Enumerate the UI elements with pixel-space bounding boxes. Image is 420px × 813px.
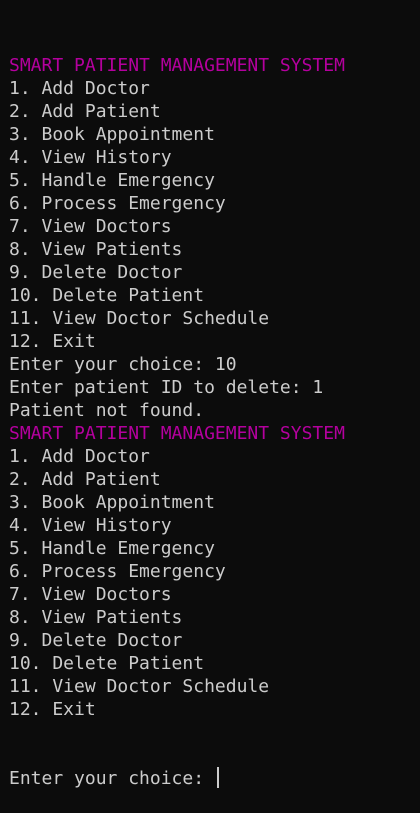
menu-option: 6. Process Emergency [9,561,226,582]
menu-option: 8. View Patients [9,607,183,628]
menu-option: 4. View History [9,515,172,536]
menu-option: 12. Exit [9,331,96,352]
prompt-line: Enter patient ID to delete: 1 [9,377,324,398]
menu-option: 9. Delete Doctor [9,262,183,283]
menu-option: 2. Add Patient [9,469,161,490]
terminal-output: SMART PATIENT MANAGEMENT SYSTEM 1. Add Do… [9,54,420,721]
menu-option: 6. Process Emergency [9,193,226,214]
menu-option: 10. Delete Patient [9,653,205,674]
menu-option: 5. Handle Emergency [9,170,215,191]
app-title: SMART PATIENT MANAGEMENT SYSTEM [9,423,345,444]
menu-option: 7. View Doctors [9,216,172,237]
menu-option: 10. Delete Patient [9,285,205,306]
output-line: Patient not found. [9,400,205,421]
menu-option: 2. Add Patient [9,101,161,122]
menu-option: 3. Book Appointment [9,492,215,513]
menu-option: 11. View Doctor Schedule [9,308,270,329]
input-prompt: Enter your choice: [9,768,215,789]
menu-option: 7. View Doctors [9,584,172,605]
menu-option: 12. Exit [9,699,96,720]
menu-option: 11. View Doctor Schedule [9,676,270,697]
menu-option: 5. Handle Emergency [9,538,215,559]
menu-option: 8. View Patients [9,239,183,260]
terminal-window[interactable]: SMART PATIENT MANAGEMENT SYSTEM 1. Add Do… [0,0,420,789]
prompt-line: Enter your choice: 10 [9,354,237,375]
menu-option: 1. Add Doctor [9,78,150,99]
input-prompt-line[interactable]: Enter your choice: [9,767,420,790]
app-title: SMART PATIENT MANAGEMENT SYSTEM [9,55,345,76]
menu-option: 4. View History [9,147,172,168]
text-cursor [216,767,219,788]
menu-option: 1. Add Doctor [9,446,150,467]
menu-option: 9. Delete Doctor [9,630,183,651]
menu-option: 3. Book Appointment [9,124,215,145]
